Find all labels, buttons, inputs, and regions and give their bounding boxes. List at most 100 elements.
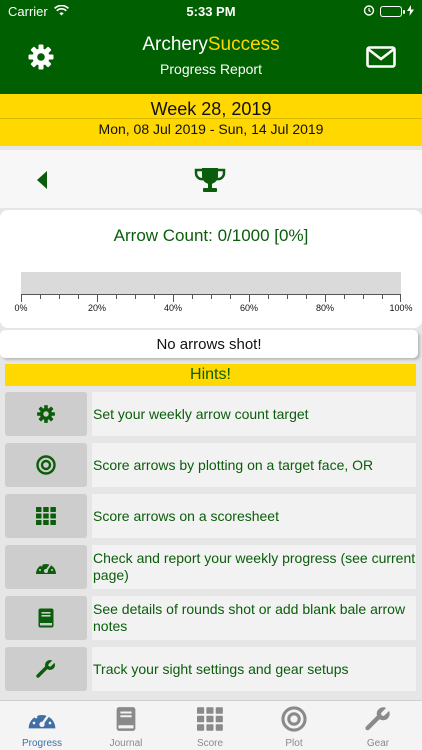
gauge-minor-tick — [135, 294, 136, 299]
arrow-count-label: Arrow Count: 0/1000 [0%] — [113, 226, 309, 245]
hint-plot-button[interactable] — [5, 443, 87, 487]
tab-label: Progress — [21, 738, 62, 749]
gauge-minor-tick — [192, 294, 193, 299]
hint-text: Track your sight settings and gear setup… — [93, 660, 349, 677]
app-subtitle: Progress Report — [160, 61, 262, 77]
wrench-icon — [36, 659, 56, 678]
gauge-major-tick — [97, 294, 98, 302]
gauge-minor-tick — [40, 294, 41, 299]
status-bar: Carrier 5:33 PM — [0, 0, 422, 24]
hint-gear-button[interactable] — [5, 647, 87, 691]
hint-row: Score arrows on a scoresheet — [5, 494, 416, 538]
no-arrows-message: No arrows shot! — [156, 336, 262, 353]
gauge-minor-tick — [344, 294, 345, 299]
hint-settings-button[interactable] — [5, 392, 87, 436]
gauge-minor-tick — [306, 294, 307, 299]
gauge-major-tick — [249, 294, 250, 302]
gauge-tick-label: 40% — [163, 303, 183, 313]
gauge-tick-label: 20% — [87, 303, 107, 313]
target-icon — [281, 706, 307, 732]
wrench-icon — [365, 706, 391, 731]
gauge-minor-tick — [116, 294, 117, 299]
hint-row: Track your sight settings and gear setup… — [5, 647, 416, 691]
hint-row: See details of rounds shot or add blank … — [5, 596, 416, 640]
progress-gauge-track — [21, 272, 401, 294]
gauge-major-tick — [173, 294, 174, 302]
battery-icon — [380, 6, 405, 17]
previous-week-button[interactable] — [30, 168, 54, 192]
hint-text-box: See details of rounds shot or add blank … — [92, 596, 416, 640]
gauge-minor-tick — [211, 294, 212, 299]
status-time: 5:33 PM — [186, 4, 236, 19]
hint-text: Set your weekly arrow count target — [93, 405, 309, 422]
status-right — [363, 4, 414, 19]
hint-row: Set your weekly arrow count target — [5, 392, 416, 436]
gauge-minor-tick — [268, 294, 269, 299]
gauge-tick-label: 60% — [239, 303, 259, 313]
app-header: Carrier 5:33 PM ArcherySuccess Progress … — [0, 0, 422, 94]
gauge-tick-label: 0% — [14, 303, 28, 313]
gauge-minor-tick — [363, 294, 364, 299]
hint-text-box: Track your sight settings and gear setup… — [92, 647, 416, 691]
progress-card: Arrow Count: 0/1000 [0%] 0% 20% 40% 60% 80% 1… — [0, 210, 422, 328]
gauge-minor-tick — [382, 294, 383, 299]
hint-text-box: Set your weekly arrow count target — [92, 392, 416, 436]
week-title: Week 28, 2019 — [150, 99, 272, 119]
gauge-icon — [36, 562, 56, 574]
hint-text-box: Score arrows on a scoresheet — [92, 494, 416, 538]
app-title-part2: Success — [207, 34, 280, 55]
hint-progress-button[interactable] — [5, 545, 87, 589]
tab-progress[interactable]: Progress — [0, 705, 84, 750]
hint-row: Check and report your weekly progress (s… — [5, 545, 416, 589]
hint-text-box: Score arrows by plotting on a target fac… — [92, 443, 416, 487]
gauge-major-tick — [400, 294, 401, 302]
gauge-icon — [28, 712, 56, 729]
target-icon — [36, 455, 56, 475]
hints-title: Hints! — [5, 364, 416, 386]
week-navigation — [0, 150, 422, 208]
envelope-icon — [366, 46, 396, 68]
gauge-minor-tick — [230, 294, 231, 299]
hint-text: See details of rounds shot or add blank … — [93, 601, 406, 634]
status-card: No arrows shot! — [0, 330, 418, 358]
week-date-range: Mon, 08 Jul 2019 - Sun, 14 Jul 2019 — [98, 121, 324, 137]
trophy-button[interactable] — [193, 164, 227, 196]
hint-text-box: Check and report your weekly progress (s… — [92, 545, 416, 589]
gear-icon — [37, 405, 55, 423]
gauge-tick-label: 80% — [315, 303, 335, 313]
gauge-minor-tick — [59, 294, 60, 299]
week-banner: Week 28, 2019 Mon, 08 Jul 2019 - Sun, 14… — [0, 94, 422, 146]
hint-text: Score arrows on a scoresheet — [93, 507, 279, 524]
trophy-icon — [194, 168, 226, 192]
gauge-minor-tick — [287, 294, 288, 299]
hint-text: Check and report your weekly progress (s… — [93, 550, 416, 583]
app-title: ArcherySuccess — [0, 34, 422, 56]
tab-label: Gear — [366, 738, 390, 749]
hint-row: Score arrows by plotting on a target fac… — [5, 443, 416, 487]
tab-plot[interactable]: Plot — [252, 705, 336, 750]
gauge-minor-tick — [154, 294, 155, 299]
tab-journal[interactable]: Journal — [84, 705, 168, 750]
gauge-tick-label: 100% — [389, 303, 413, 313]
tab-bar: Progress Journal Score Plot Gear — [0, 700, 422, 750]
tab-label: Score — [196, 738, 224, 749]
app-title-part1: Archery — [142, 34, 208, 55]
mail-button[interactable] — [364, 42, 398, 72]
gauge-minor-tick — [78, 294, 79, 299]
book-icon — [38, 608, 54, 628]
charging-icon — [407, 4, 414, 19]
hint-text: Score arrows by plotting on a target fac… — [93, 456, 374, 473]
triangle-left-icon — [37, 171, 47, 189]
grid-icon — [36, 507, 56, 525]
book-icon — [116, 707, 136, 731]
tab-label: Journal — [109, 738, 143, 749]
gauge-major-tick — [21, 294, 22, 302]
hint-journal-button[interactable] — [5, 596, 87, 640]
grid-icon — [197, 707, 223, 731]
progress-gauge — [21, 272, 401, 304]
alarm-icon — [363, 4, 375, 19]
tab-gear[interactable]: Gear — [336, 705, 420, 750]
hint-scoresheet-button[interactable] — [5, 494, 87, 538]
tab-score[interactable]: Score — [168, 705, 252, 750]
gauge-major-tick — [325, 294, 326, 302]
